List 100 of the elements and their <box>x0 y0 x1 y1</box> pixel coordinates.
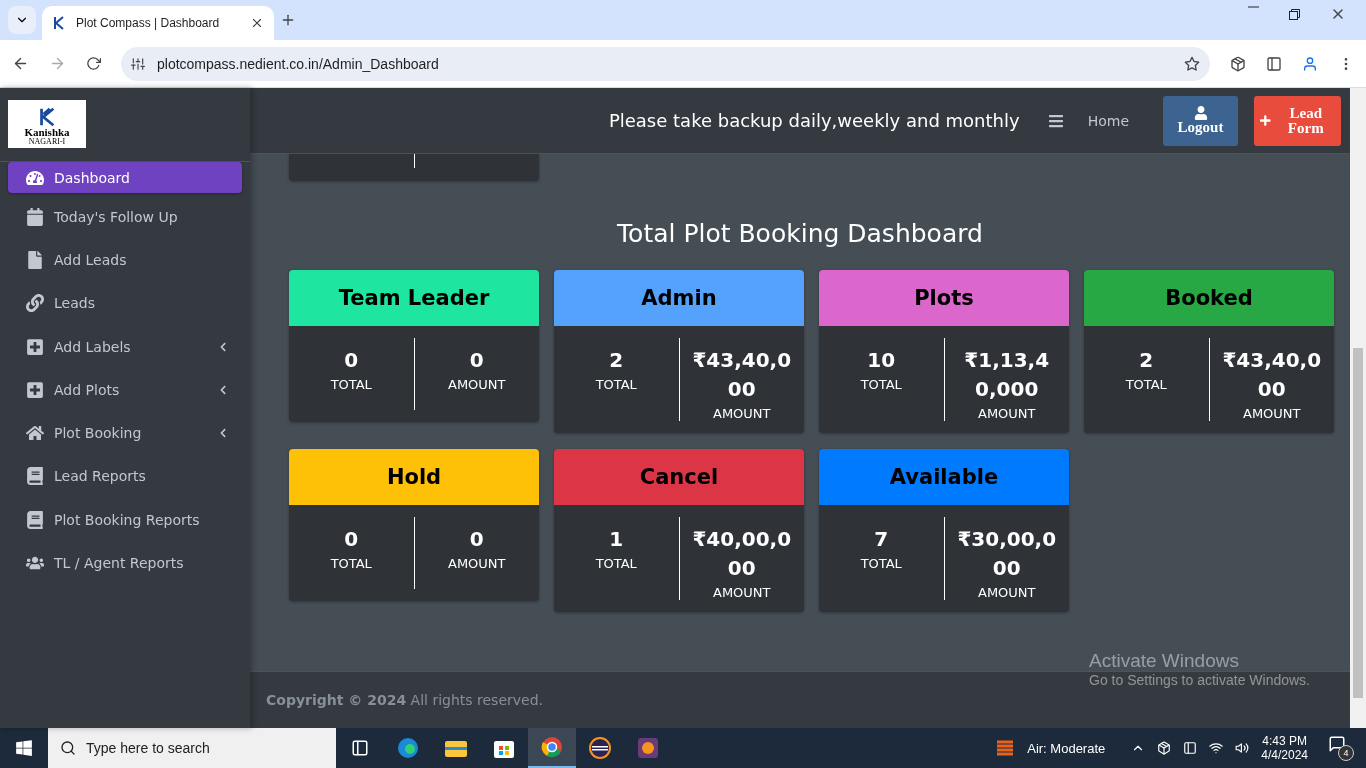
amount-value: ₹43,40,000 <box>1221 347 1323 403</box>
windows-logo-icon <box>15 739 33 757</box>
close-icon[interactable] <box>250 16 264 30</box>
dashboard-title: Total Plot Booking Dashboard <box>616 219 984 248</box>
back-arrow-icon[interactable] <box>12 55 29 72</box>
home-link[interactable]: Home <box>1087 112 1129 129</box>
users-icon <box>26 554 44 572</box>
amount-label: AMOUNT <box>448 377 506 392</box>
total-label: TOTAL <box>595 377 637 392</box>
lead-form-button[interactable]: Lead Form <box>1254 95 1341 146</box>
site-settings-icon[interactable] <box>131 56 145 71</box>
air-quality-icon <box>995 738 1016 758</box>
weather-text[interactable]: Air: Moderate <box>1027 740 1106 756</box>
sidebar-item[interactable]: Today's Follow Up <box>8 195 242 239</box>
calendar-icon <box>26 207 44 226</box>
card-title: Cancel <box>554 449 804 505</box>
amount-label: AMOUNT <box>978 585 1036 600</box>
book-icon <box>26 467 44 486</box>
device-icon[interactable] <box>1157 741 1172 755</box>
dashboard-gauge-icon <box>26 168 44 187</box>
backup-notice: Please take backup daily,weekly and monthly <box>608 110 1020 131</box>
logo-subtext: NAGARI-I <box>28 138 66 146</box>
book-icon <box>26 510 44 529</box>
total-value: 2 <box>609 347 624 374</box>
amount-value: ₹43,40,000 <box>691 347 793 403</box>
star-icon[interactable] <box>1184 55 1200 72</box>
tab-title: Plot Compass | Dashboard <box>76 16 221 30</box>
amount-label: AMOUNT <box>713 406 771 421</box>
sidebar-item[interactable]: Plot Booking <box>8 411 242 455</box>
logo-text: Kanishka <box>24 127 70 138</box>
total-value: 10 <box>867 347 896 374</box>
chrome-logo-icon <box>541 736 563 758</box>
url-text: plotcompass.nedient.co.in/Admin_Dashboard <box>157 55 440 72</box>
copyright-text: Copyright © 2024 All rights reserved. <box>266 692 543 708</box>
task-view-icon <box>351 739 369 757</box>
wifi-icon[interactable] <box>1209 741 1224 755</box>
total-value: 0 <box>344 526 359 553</box>
sidebar-item[interactable]: Leads <box>8 281 242 325</box>
sidebar-item[interactable]: Plot Booking Reports <box>8 498 242 542</box>
menu-icon[interactable] <box>1047 112 1064 129</box>
amount-value: 0 <box>469 526 484 553</box>
file-icon <box>26 250 44 269</box>
total-label: TOTAL <box>860 556 902 571</box>
total-label: TOTAL <box>330 556 372 571</box>
taskbar-search-field[interactable]: Type here to search <box>48 728 336 768</box>
restore-icon[interactable] <box>1289 6 1300 22</box>
sidebar-item[interactable]: Add Plots <box>8 368 242 412</box>
store-bag-icon <box>494 738 514 758</box>
browser-logo-icon <box>397 737 419 759</box>
user-icon <box>1193 106 1208 120</box>
notification-button[interactable]: 4 <box>1328 735 1354 761</box>
sidebar-item[interactable]: Lead Reports <box>8 454 242 499</box>
reload-icon[interactable] <box>86 56 101 71</box>
link-icon <box>26 294 44 313</box>
card-title: Booked <box>1084 270 1334 326</box>
card-title: Plots <box>819 270 1069 326</box>
chrome-app-button[interactable] <box>528 728 576 768</box>
amount-value: 0 <box>469 347 484 374</box>
scrollbar[interactable] <box>1350 88 1366 728</box>
side-panel-icon[interactable] <box>1266 55 1282 72</box>
address-bar[interactable]: plotcompass.nedient.co.in/Admin_Dashboard <box>121 46 1210 81</box>
new-tab-icon[interactable] <box>280 12 296 28</box>
amount-label: AMOUNT <box>978 406 1036 421</box>
activation-text: Go to Settings to activate Windows. <box>1089 672 1310 688</box>
company-logo[interactable]: Kanishka NAGARI-I <box>8 100 86 148</box>
house-icon <box>26 424 44 443</box>
logout-button[interactable]: Logout <box>1163 95 1238 146</box>
notification-count: 4 <box>1338 745 1354 761</box>
search-icon <box>60 740 76 756</box>
total-label: TOTAL <box>860 377 902 392</box>
total-value: 1 <box>609 526 624 553</box>
extensions-icon[interactable] <box>1230 55 1246 72</box>
card-title: Admin <box>554 270 804 326</box>
profile-icon[interactable] <box>1302 55 1318 72</box>
folder-icon <box>445 739 467 757</box>
site-logo-icon <box>52 16 66 30</box>
total-label: TOTAL <box>330 377 372 392</box>
activation-title: Activate Windows <box>1089 650 1240 672</box>
eclipse-logo-icon <box>589 737 611 759</box>
amount-label: AMOUNT <box>448 556 506 571</box>
sidebar-item[interactable]: TL / Agent Reports <box>8 541 242 585</box>
sidebar-item[interactable]: Dashboard <box>8 162 242 193</box>
card-title: Hold <box>289 449 539 505</box>
plus-icon <box>1260 114 1271 127</box>
sidebar-item[interactable]: Add Labels <box>8 324 242 369</box>
amount-value: ₹30,00,000 <box>956 526 1058 582</box>
card-title: Team Leader <box>289 270 539 326</box>
browser-tab[interactable]: Plot Compass | Dashboard <box>42 6 274 40</box>
logo-mark-icon <box>37 107 57 127</box>
clock[interactable]: 4:43 PM 4/4/2024 <box>1261 734 1308 762</box>
sidebar-item[interactable]: Add Leads <box>8 238 242 282</box>
amount-label: AMOUNT <box>1243 406 1301 421</box>
amount-value: ₹40,00,000 <box>691 526 793 582</box>
volume-icon[interactable] <box>1235 741 1250 755</box>
total-value: 7 <box>874 526 889 553</box>
card-title: Available <box>819 449 1069 505</box>
total-label: TOTAL <box>1125 377 1167 392</box>
ide-logo-icon <box>637 737 659 759</box>
amount-label: AMOUNT <box>713 585 771 600</box>
amount-value: ₹1,13,40,000 <box>963 347 1051 403</box>
